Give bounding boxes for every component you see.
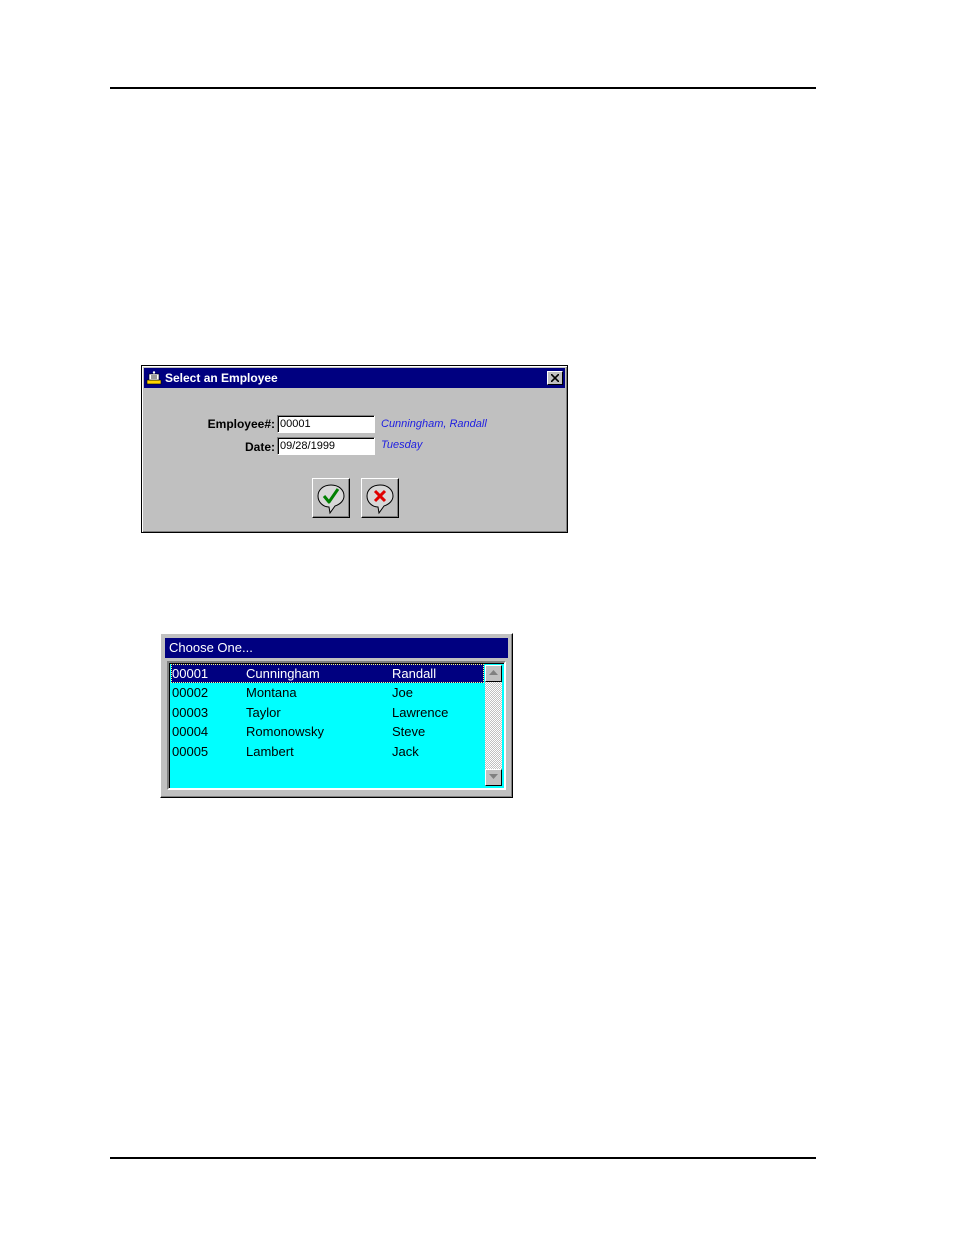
list-item[interactable]: 00001 Cunningham Randall xyxy=(171,664,484,683)
date-field[interactable] xyxy=(277,437,375,455)
close-button[interactable] xyxy=(547,371,563,385)
close-icon xyxy=(551,374,559,382)
employee-first-name: Randall xyxy=(392,666,437,681)
employee-first-name: Lawrence xyxy=(392,705,449,720)
list-item[interactable]: 00003 Taylor Lawrence xyxy=(171,703,484,722)
bottom-rule xyxy=(110,1157,816,1159)
arrow-down-icon xyxy=(489,774,498,779)
top-rule xyxy=(110,87,816,89)
employee-last-name: Lambert xyxy=(246,744,294,759)
employee-last-name: Romonowsky xyxy=(246,724,325,739)
ok-button[interactable] xyxy=(312,478,350,518)
list-item[interactable]: 00005 Lambert Jack xyxy=(171,742,484,761)
app-icon xyxy=(146,371,162,385)
check-icon xyxy=(317,484,345,515)
employee-id: 00001 xyxy=(172,666,209,681)
weekday-hint: Tuesday xyxy=(381,439,423,451)
employee-list[interactable]: 00001 Cunningham Randall 00002 Montana J… xyxy=(167,661,506,790)
arrow-up-icon xyxy=(489,670,498,675)
employee-id: 00005 xyxy=(172,744,209,759)
x-icon xyxy=(366,484,394,515)
employee-first-name: Steve xyxy=(392,724,426,739)
employee-first-name: Jack xyxy=(392,744,419,759)
dialog-titlebar[interactable]: Select an Employee xyxy=(144,368,565,388)
vertical-scrollbar[interactable] xyxy=(485,665,502,786)
employee-picker: Choose One... 00001 Cunningham Randall 0… xyxy=(160,633,513,798)
employee-id: 00003 xyxy=(172,705,209,720)
picker-title: Choose One... xyxy=(165,638,508,658)
list-item[interactable]: 00004 Romonowsky Steve xyxy=(171,722,484,741)
employee-id: 00002 xyxy=(172,685,209,700)
date-label: Date: xyxy=(244,440,275,454)
dialog-title: Select an Employee xyxy=(165,371,278,385)
list-item[interactable]: 00002 Montana Joe xyxy=(171,683,484,702)
employee-last-name: Taylor xyxy=(246,705,281,720)
employee-name-hint: Cunningham, Randall xyxy=(381,418,487,430)
cancel-button[interactable] xyxy=(361,478,399,518)
employee-last-name: Montana xyxy=(246,685,297,700)
scroll-up-button[interactable] xyxy=(485,665,502,682)
employee-first-name: Joe xyxy=(392,685,413,700)
employee-last-name: Cunningham xyxy=(246,666,320,681)
employee-number-field[interactable] xyxy=(277,415,375,433)
select-employee-dialog: Select an Employee Employee#: Cunningham… xyxy=(141,365,568,533)
employee-label: Employee#: xyxy=(207,417,275,431)
employee-id: 00004 xyxy=(172,724,209,739)
scroll-down-button[interactable] xyxy=(485,769,502,786)
